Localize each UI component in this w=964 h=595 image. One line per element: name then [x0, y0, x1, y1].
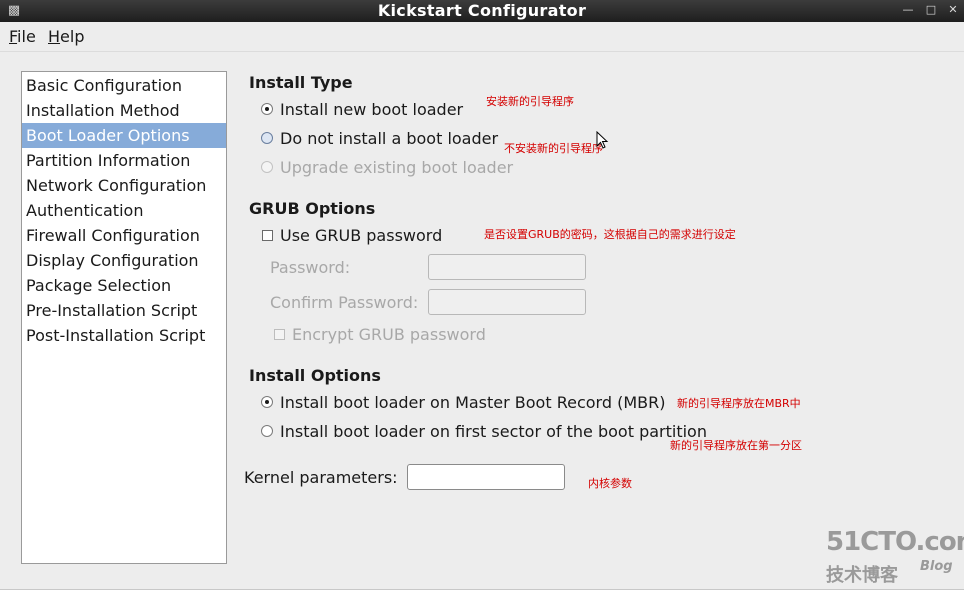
sidebar-item-post-installation-script[interactable]: Post-Installation Script	[22, 323, 226, 348]
annotation-kernel: 内核参数	[588, 477, 632, 490]
sidebar-item-boot-loader-options[interactable]: Boot Loader Options	[22, 123, 226, 148]
annotation-grub-password: 是否设置GRUB的密码，这根据自己的需求进行设定	[484, 228, 736, 241]
sidebar-item-display-configuration[interactable]: Display Configuration	[22, 248, 226, 273]
install-type-heading: Install Type	[249, 73, 353, 92]
sidebar-item-installation-method[interactable]: Installation Method	[22, 98, 226, 123]
annotation-mbr: 新的引导程序放在MBR中	[677, 397, 801, 410]
sidebar-item-partition-information[interactable]: Partition Information	[22, 148, 226, 173]
menu-file[interactable]: File	[9, 27, 36, 46]
close-icon[interactable]: ✕	[946, 3, 960, 17]
password-field	[428, 254, 586, 280]
annotation-install-new: 安装新的引导程序	[486, 95, 574, 108]
upgrade-existing-radio	[261, 161, 273, 173]
menu-help-label: elp	[60, 27, 85, 46]
title-bar: ▩ Kickstart Configurator — □ ✕	[0, 0, 964, 22]
encrypt-grub-password-label: Encrypt GRUB password	[292, 325, 486, 344]
confirm-password-field	[428, 289, 586, 315]
install-new-radio[interactable]	[261, 103, 273, 115]
menu-help-mnemonic: H	[48, 27, 61, 46]
install-options-heading: Install Options	[249, 366, 381, 385]
watermark-logo: 51CTO.com 技术博客 Blog	[826, 527, 964, 587]
annotation-do-not-install: 不安装新的引导程序	[504, 142, 603, 155]
confirm-password-label: Confirm Password:	[270, 293, 419, 312]
first-sector-radio[interactable]	[261, 425, 273, 437]
watermark-tag: Blog	[920, 559, 953, 574]
window-bottom-edge	[0, 589, 964, 595]
maximize-icon[interactable]: □	[924, 3, 938, 17]
menu-file-label: ile	[17, 27, 36, 46]
mbr-label[interactable]: Install boot loader on Master Boot Recor…	[280, 393, 665, 412]
menu-file-mnemonic: F	[9, 27, 18, 46]
kernel-parameters-label: Kernel parameters:	[244, 468, 398, 487]
mbr-radio[interactable]	[261, 396, 273, 408]
sidebar-item-package-selection[interactable]: Package Selection	[22, 273, 226, 298]
kernel-parameters-input[interactable]	[407, 464, 565, 490]
first-sector-label[interactable]: Install boot loader on first sector of t…	[280, 422, 707, 441]
menu-bar: File Help	[0, 22, 964, 52]
sidebar-item-basic-configuration[interactable]: Basic Configuration	[22, 73, 226, 98]
do-not-install-radio[interactable]	[261, 132, 273, 144]
sidebar-item-pre-installation-script[interactable]: Pre-Installation Script	[22, 298, 226, 323]
watermark-brand: 51CTO.com	[826, 527, 964, 557]
sidebar-item-firewall-configuration[interactable]: Firewall Configuration	[22, 223, 226, 248]
sidebar-item-authentication[interactable]: Authentication	[22, 198, 226, 223]
install-new-label[interactable]: Install new boot loader	[280, 100, 463, 119]
password-label: Password:	[270, 258, 351, 277]
sidebar-nav: Basic Configuration Installation Method …	[21, 71, 227, 564]
encrypt-grub-password-checkbox	[274, 329, 285, 340]
sidebar-item-network-configuration[interactable]: Network Configuration	[22, 173, 226, 198]
watermark-subtitle: 技术博客	[826, 565, 898, 586]
do-not-install-label[interactable]: Do not install a boot loader	[280, 129, 498, 148]
grub-options-heading: GRUB Options	[249, 199, 376, 218]
use-grub-password-label[interactable]: Use GRUB password	[280, 226, 442, 245]
menu-help[interactable]: Help	[48, 27, 84, 46]
minimize-icon[interactable]: —	[901, 3, 915, 17]
annotation-first-sector: 新的引导程序放在第一分区	[670, 439, 802, 452]
upgrade-existing-label: Upgrade existing boot loader	[280, 158, 514, 177]
window-title: Kickstart Configurator	[377, 1, 587, 20]
use-grub-password-checkbox[interactable]	[262, 230, 273, 241]
